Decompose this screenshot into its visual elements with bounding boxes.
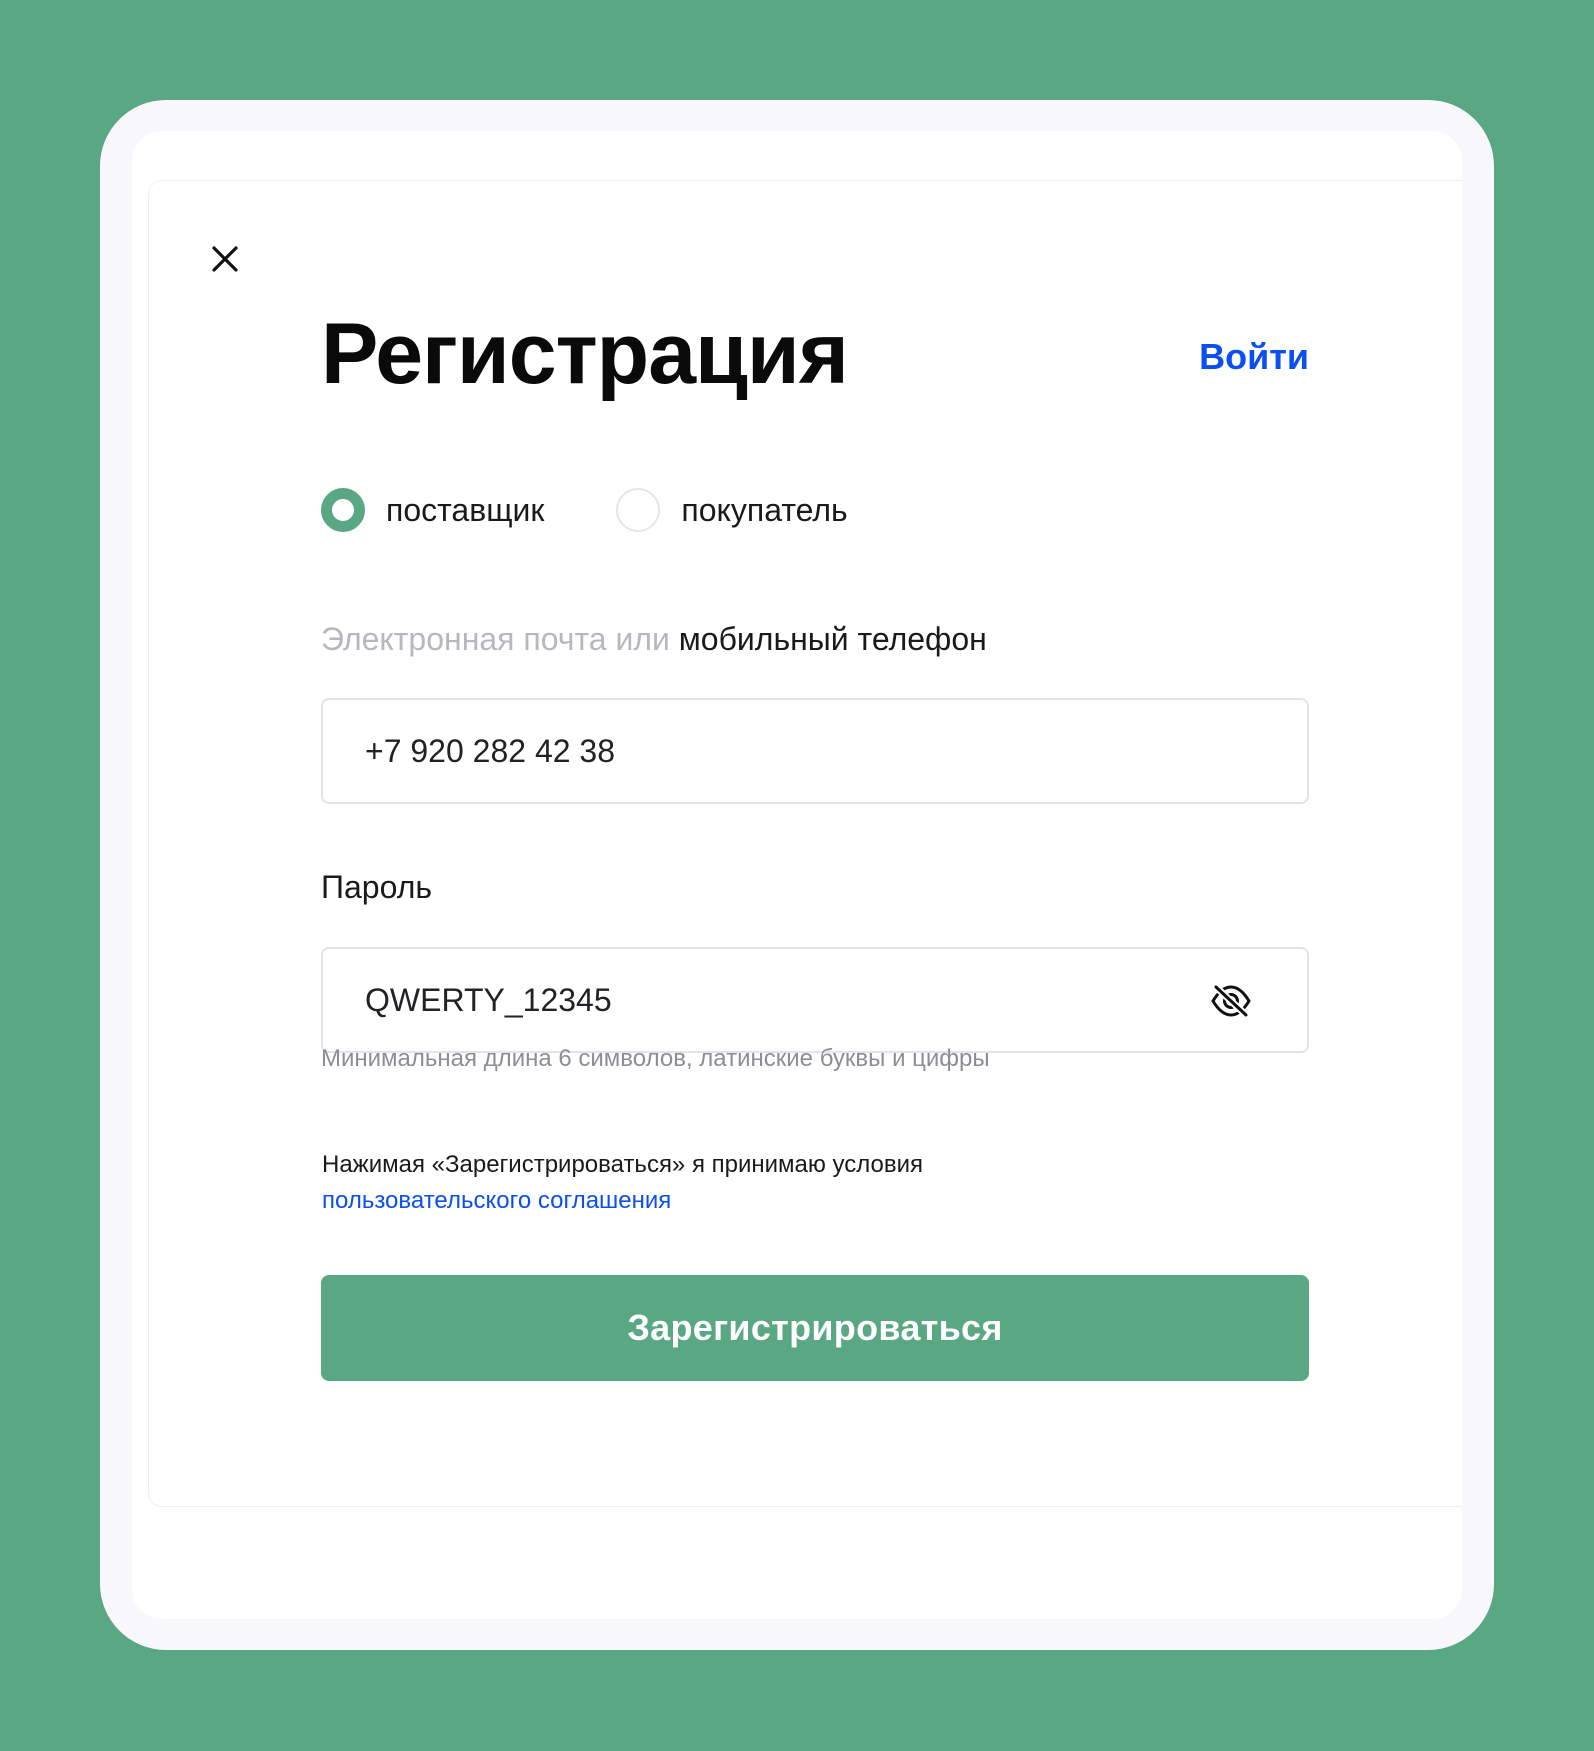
register-button[interactable]: Зарегистрироваться — [321, 1275, 1309, 1381]
role-radio-group: поставщик покупатель — [321, 488, 848, 532]
contact-label-phone-option[interactable]: мобильный телефон — [679, 621, 987, 657]
contact-input-box[interactable] — [321, 698, 1309, 804]
device-frame: Регистрация Войти поставщик покупатель Э… — [100, 100, 1494, 1650]
device-screen: Регистрация Войти поставщик покупатель Э… — [132, 131, 1462, 1619]
terms-notice: Нажимая «Зарегистрироваться» я принимаю … — [322, 1147, 923, 1219]
registration-modal: Регистрация Войти поставщик покупатель Э… — [148, 180, 1462, 1507]
page-title: Регистрация — [321, 306, 849, 402]
terms-text: Нажимая «Зарегистрироваться» я принимаю … — [322, 1151, 924, 1178]
role-option-buyer[interactable]: покупатель — [616, 488, 848, 532]
password-input-box[interactable] — [321, 947, 1309, 1053]
radio-button[interactable] — [616, 488, 661, 532]
password-field-label: Пароль — [321, 869, 433, 905]
user-agreement-link[interactable]: пользовательского соглашения — [322, 1183, 923, 1219]
contact-label-email-option[interactable]: Электронная почта или — [321, 621, 679, 657]
role-option-supplier[interactable]: поставщик — [321, 488, 544, 532]
password-hint: Минимальная длина 6 символов, латинские … — [321, 1045, 990, 1072]
contact-field-label: Электронная почта или мобильный телефон — [321, 619, 987, 659]
eye-off-icon[interactable] — [1210, 984, 1252, 1018]
close-button[interactable] — [205, 239, 245, 279]
password-input[interactable] — [365, 981, 1185, 1019]
phone-input[interactable] — [365, 732, 1185, 770]
radio-button-checked[interactable] — [321, 488, 365, 532]
role-label: покупатель — [681, 492, 848, 528]
login-link[interactable]: Войти — [1199, 335, 1309, 379]
role-label: поставщик — [386, 492, 545, 528]
close-icon — [212, 246, 238, 272]
